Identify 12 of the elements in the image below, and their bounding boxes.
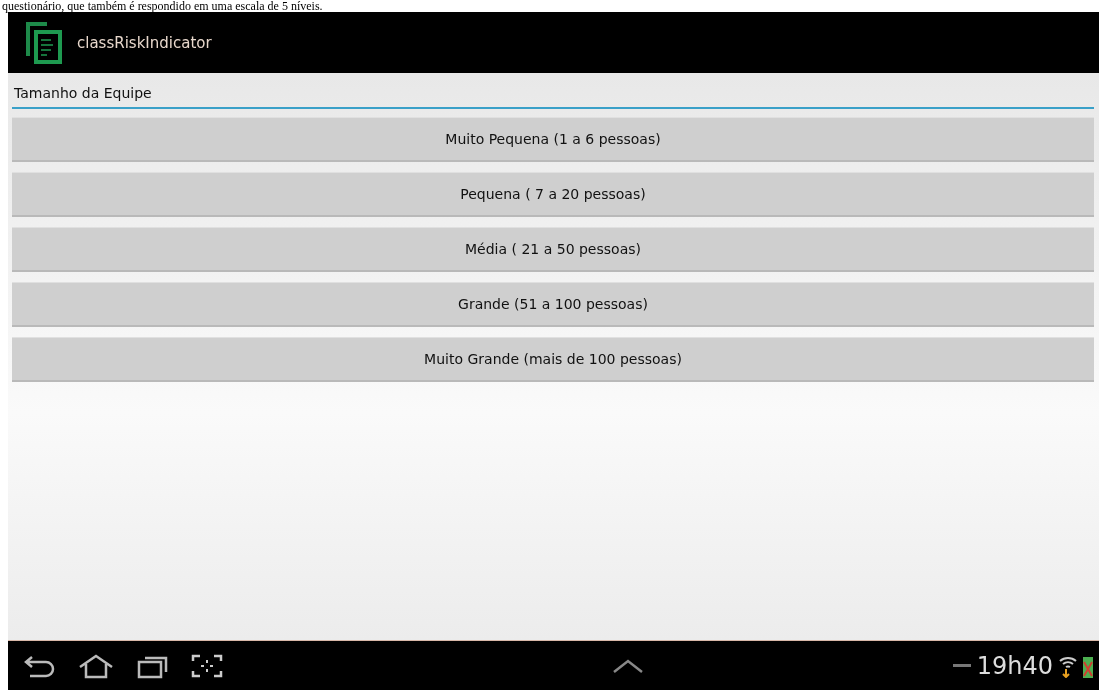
- document-caption: questionário, que também é respondido em uma escala de 5 níveis.: [1, 0, 324, 12]
- option-button[interactable]: Pequena ( 7 a 20 pessoas): [12, 173, 1094, 217]
- option-button[interactable]: Muito Pequena (1 a 6 pessoas): [12, 118, 1094, 162]
- screenshot-icon[interactable]: [190, 652, 224, 679]
- option-button[interactable]: Média ( 21 a 50 pessoas): [12, 228, 1094, 272]
- option-button[interactable]: Grande (51 a 100 pessoas): [12, 283, 1094, 327]
- document-icon: [25, 20, 65, 65]
- section-header: Tamanho da Equipe: [12, 79, 1094, 109]
- dash-icon: [952, 663, 971, 668]
- option-button[interactable]: Muito Grande (mais de 100 pessoas): [12, 338, 1094, 382]
- app-title: classRiskIndicator: [77, 33, 212, 52]
- clock: 19h40: [976, 651, 1053, 680]
